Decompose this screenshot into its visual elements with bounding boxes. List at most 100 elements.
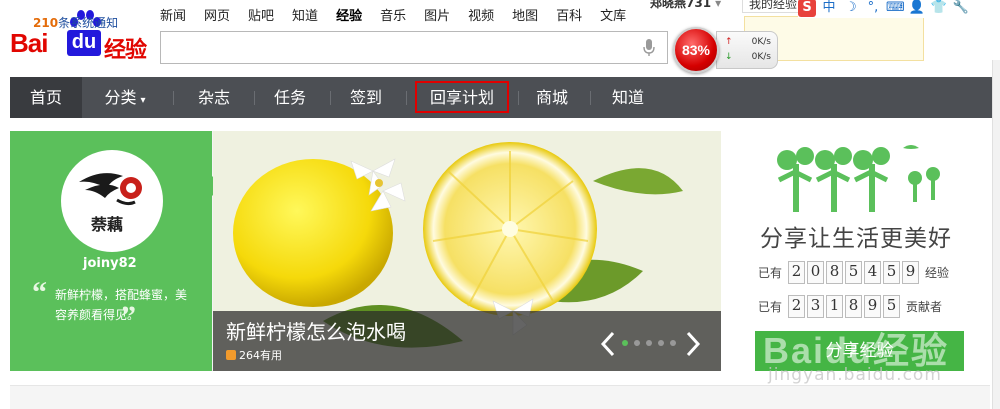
contributor-count-row: 已有 2 3 1 8 9 5 贡献者 — [758, 292, 942, 320]
network-speed-panel: ↑ 0K/s ↓ 0K/s — [716, 31, 778, 69]
experience-digit: 5 — [883, 260, 901, 284]
contributor-count-suffix: 贡献者 — [906, 299, 943, 314]
close-quote-icon: ” — [121, 300, 136, 333]
topnav-map[interactable]: 地图 — [512, 5, 538, 25]
keyboard-icon[interactable]: ⌨ — [886, 0, 905, 17]
slide-dot[interactable] — [646, 340, 652, 346]
next-slide-arrow-icon[interactable] — [683, 330, 703, 358]
open-quote-icon: “ — [32, 276, 47, 309]
topnav-zhidao[interactable]: 知道 — [292, 5, 318, 25]
user-icon[interactable]: 👤 — [908, 0, 926, 17]
experience-digit: 2 — [788, 260, 806, 284]
nav-checkin[interactable]: 签到 — [336, 77, 396, 118]
vertical-scrollbar[interactable] — [992, 60, 1000, 409]
slide-dot[interactable] — [670, 340, 676, 346]
chevron-down-icon: ▾ — [715, 0, 722, 10]
slide-pagination — [622, 340, 682, 346]
experience-digit: 5 — [845, 260, 863, 284]
thumbs-up-icon — [226, 350, 236, 360]
experience-count-prefix: 已有 — [758, 265, 783, 280]
shirt-icon[interactable]: 👕 — [930, 0, 948, 17]
topnav-web[interactable]: 网页 — [204, 5, 230, 25]
experience-digit: 8 — [826, 260, 844, 284]
contributor-digit: 1 — [826, 294, 844, 318]
topnav-image[interactable]: 图片 — [424, 5, 450, 25]
author-username[interactable]: joiny82 — [83, 256, 137, 271]
contributor-digit: 8 — [845, 294, 863, 318]
microphone-icon[interactable] — [643, 39, 655, 57]
contributor-digit: 3 — [807, 294, 825, 318]
topnav-tieba[interactable]: 贴吧 — [248, 5, 274, 25]
slide-useful-count: 264有用 — [226, 347, 282, 363]
topnav-jingyan[interactable]: 经验 — [336, 5, 362, 25]
family-trees-illustration — [777, 145, 940, 212]
experience-count-row: 已有 2 0 8 5 4 5 9 经验 — [758, 258, 949, 286]
watermark-url: jingyan.baidu.com — [768, 365, 942, 385]
upload-speed: 0K/s — [751, 37, 771, 47]
experience-digit: 4 — [864, 260, 882, 284]
nav-mall[interactable]: 商城 — [522, 77, 582, 118]
experience-digit: 0 — [807, 260, 825, 284]
memory-usage-ball[interactable]: 83% — [673, 27, 719, 73]
useful-count-label: 有用 — [260, 349, 282, 362]
topnav-news[interactable]: 新闻 — [160, 5, 186, 25]
highlight-annotation-box — [415, 81, 509, 113]
download-arrow-icon: ↓ — [725, 52, 733, 62]
punctuation-icon[interactable]: °, — [864, 0, 882, 17]
my-experience-link[interactable]: 我的经验 — [742, 0, 805, 13]
slide-title[interactable]: 新鲜柠檬怎么泡水喝 — [226, 316, 406, 345]
contributor-count-prefix: 已有 — [758, 299, 783, 314]
logo-jingyan-text: 经验 — [104, 38, 147, 63]
nav-divider — [254, 91, 255, 105]
logo-bai-text: Bai — [10, 28, 48, 58]
nav-divider — [173, 91, 174, 105]
nav-task[interactable]: 任务 — [260, 77, 320, 118]
nav-divider — [330, 91, 331, 105]
slide-dot[interactable] — [634, 340, 640, 346]
avatar-image: 萘藕 — [79, 173, 142, 234]
chinese-mode-icon[interactable]: 中 — [820, 0, 838, 17]
sogou-s-icon[interactable]: S — [798, 0, 816, 17]
nav-category-label: 分类 — [104, 88, 137, 107]
nav-home[interactable]: 首页 — [10, 77, 82, 118]
logo-du-text: du — [67, 30, 101, 56]
experience-digit: 9 — [902, 260, 920, 284]
nav-divider — [518, 91, 519, 105]
experience-count-suffix: 经验 — [925, 265, 950, 280]
search-box[interactable] — [160, 31, 668, 64]
topnav-baike[interactable]: 百科 — [556, 5, 582, 25]
contributor-digit: 2 — [788, 294, 806, 318]
topnav-music[interactable]: 音乐 — [380, 5, 406, 25]
contributor-digit: 9 — [864, 294, 882, 318]
main-navbar: 首页 分类 ▾ 杂志 任务 签到 回享计划 商城 知道 — [10, 77, 992, 118]
ime-toolbar: S 中 ☽ °, ⌨ 👤 👕 🔧 — [798, 0, 974, 18]
nav-zhidao[interactable]: 知道 — [598, 77, 658, 118]
notification-count: 210 — [33, 16, 59, 30]
prev-slide-arrow-icon[interactable] — [598, 330, 618, 358]
moon-icon[interactable]: ☽ — [842, 0, 860, 17]
topnav-video[interactable]: 视频 — [468, 5, 494, 25]
username-label: 郑晓燕731 — [650, 0, 712, 10]
upload-arrow-icon: ↑ — [725, 37, 733, 47]
search-input[interactable] — [161, 32, 621, 63]
product-nav: 新闻 网页 贴吧 知道 经验 音乐 图片 视频 地图 百科 文库 — [160, 5, 644, 25]
user-menu[interactable]: 郑晓燕731 ▾ — [650, 0, 721, 11]
useful-count-value: 264 — [239, 349, 260, 362]
nav-category[interactable]: 分类 ▾ — [94, 77, 156, 118]
download-speed: 0K/s — [751, 52, 771, 62]
nav-magazine[interactable]: 杂志 — [184, 77, 244, 118]
slide-dot[interactable] — [622, 340, 628, 346]
wrench-icon[interactable]: 🔧 — [952, 0, 970, 17]
nav-divider — [590, 91, 591, 105]
notification-label: 条系统通知 — [58, 16, 119, 30]
avatar[interactable]: 萘藕 — [61, 150, 163, 252]
topnav-wenku[interactable]: 文库 — [600, 5, 626, 25]
chevron-down-icon: ▾ — [140, 95, 146, 106]
bottom-section — [10, 385, 990, 409]
nav-divider — [406, 91, 407, 105]
svg-text:萘藕: 萘藕 — [90, 215, 123, 234]
share-slogan: 分享让生活更美好 — [760, 226, 952, 252]
slide-dot[interactable] — [658, 340, 664, 346]
contributor-digit: 5 — [883, 294, 901, 318]
notification-text[interactable]: 210条系统通知 — [33, 14, 118, 31]
